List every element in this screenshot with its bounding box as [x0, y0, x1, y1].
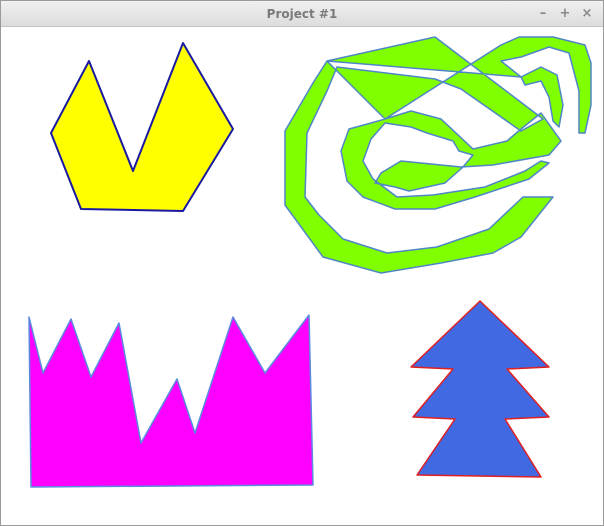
drawing-canvas[interactable] — [1, 27, 603, 525]
minimize-icon[interactable]: – — [535, 6, 551, 22]
window-controls: – + × — [535, 1, 595, 27]
app-window: Project #1 – + × — [0, 0, 604, 526]
maximize-icon[interactable]: + — [557, 6, 573, 22]
green-spiral-polygon — [284, 36, 592, 274]
title-bar[interactable]: Project #1 – + × — [1, 1, 603, 27]
yellow-crown-polygon — [50, 42, 234, 212]
magenta-zigzag-polygon — [28, 314, 314, 488]
shapes-svg — [28, 36, 592, 488]
window-title: Project #1 — [266, 7, 338, 21]
close-icon[interactable]: × — [579, 6, 595, 22]
blue-tree-polygon — [410, 300, 550, 478]
